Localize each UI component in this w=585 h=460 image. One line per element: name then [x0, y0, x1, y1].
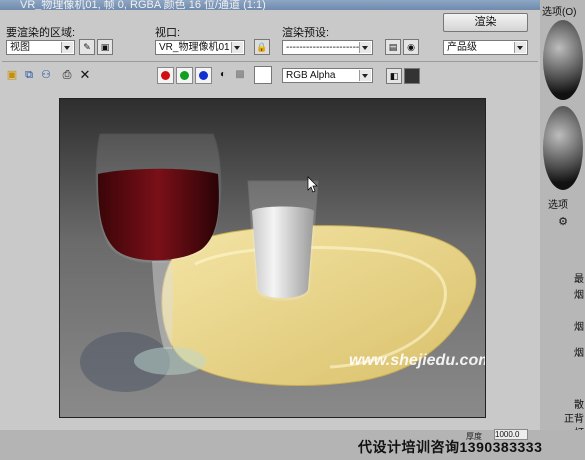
preset-select[interactable]: ------------------------- [282, 40, 373, 55]
right-side-panel: 选项(O) 选项 ⚙ 最 烟 烟 烟 散 正背 灯 [540, 0, 585, 460]
blue-dot-icon [199, 71, 208, 80]
channel-select-value: RGB Alpha [286, 70, 336, 81]
clone-icon[interactable]: ⚇ [39, 68, 53, 82]
edit-region-icon[interactable]: ✎ [79, 39, 95, 55]
area-select-value: 视图 [10, 42, 30, 53]
panel-label-2: 烟 [574, 290, 584, 301]
quality-select[interactable]: 产品级 [443, 40, 528, 55]
options-menu[interactable]: 选项(O) [542, 3, 576, 18]
channel-select[interactable]: RGB Alpha [282, 68, 373, 83]
toggle-ui-icon[interactable]: ◧ [386, 68, 402, 84]
panel-label-5: 散 [574, 400, 584, 411]
chevron-down-icon [359, 70, 371, 81]
render-image: www.shejiedu.com [60, 99, 485, 417]
title-bar[interactable]: VR_物理像机01, 帧 0, RGBA 颜色 16 位/通道 (1:1) [0, 0, 540, 10]
milk [252, 206, 314, 298]
material-sphere[interactable] [543, 106, 583, 190]
red-channel-toggle[interactable] [157, 67, 174, 84]
clear-icon[interactable]: ✕ [78, 68, 92, 82]
print-icon[interactable]: ⎙ [60, 68, 74, 82]
viewport-select-value: VR_物理像机01 [159, 42, 230, 53]
lock-icon[interactable]: 🔒 [254, 39, 270, 55]
render-frame: www.shejiedu.com [59, 98, 486, 418]
chevron-down-icon [514, 42, 526, 53]
save-icon[interactable]: ▣ [5, 68, 19, 82]
wine [98, 168, 219, 261]
red-dot-icon [161, 71, 170, 80]
options-tab[interactable]: 选项 [548, 196, 568, 211]
wine-glass-base [134, 347, 206, 375]
copy-icon[interactable]: ⧉ [22, 68, 36, 82]
area-label: 要渲染的区域: [6, 27, 76, 39]
chevron-down-icon [61, 42, 73, 53]
render-button[interactable]: 渲染 [443, 13, 528, 32]
chevron-down-icon [359, 42, 371, 53]
overlay-icon[interactable] [404, 68, 420, 84]
watermark: www.shejiedu.com [349, 352, 485, 369]
promo-text: 代设计培训咨询1390383333 [358, 439, 543, 455]
chevron-down-icon [231, 42, 243, 53]
panel-label-1: 最 [574, 274, 584, 285]
panel-label-3: 烟 [574, 322, 584, 333]
color-swatch[interactable] [254, 66, 272, 84]
green-dot-icon [180, 71, 189, 80]
area-select[interactable]: 视图 [6, 40, 75, 55]
blue-channel-toggle[interactable] [195, 67, 212, 84]
viewport-label: 视口: [155, 27, 181, 39]
preset-label: 渲染预设: [282, 27, 330, 39]
preset-load-icon[interactable]: ▤ [385, 39, 401, 55]
viewport-select[interactable]: VR_物理像机01 [155, 40, 245, 55]
mono-icon[interactable]: ◐ [216, 68, 230, 82]
panel-label-4: 烟 [574, 348, 584, 359]
rendered-frame-window: VR_物理像机01, 帧 0, RGBA 颜色 16 位/通道 (1:1) 要渲… [0, 0, 541, 430]
alpha-icon[interactable]: ▩ [233, 68, 247, 82]
window-title: VR_物理像机01, 帧 0, RGBA 颜色 16 位/通道 (1:1) [20, 0, 266, 10]
material-sphere[interactable] [543, 20, 583, 100]
settings-icon[interactable]: ⚙ [556, 215, 570, 229]
preset-select-value: ------------------------- [286, 42, 370, 53]
green-channel-toggle[interactable] [176, 67, 193, 84]
preset-save-icon[interactable]: ◉ [403, 39, 419, 55]
quality-select-value: 产品级 [447, 42, 477, 53]
panel-label-6: 正背 [564, 414, 584, 425]
toolbar-divider [2, 61, 538, 62]
auto-region-icon[interactable]: ▣ [97, 39, 113, 55]
